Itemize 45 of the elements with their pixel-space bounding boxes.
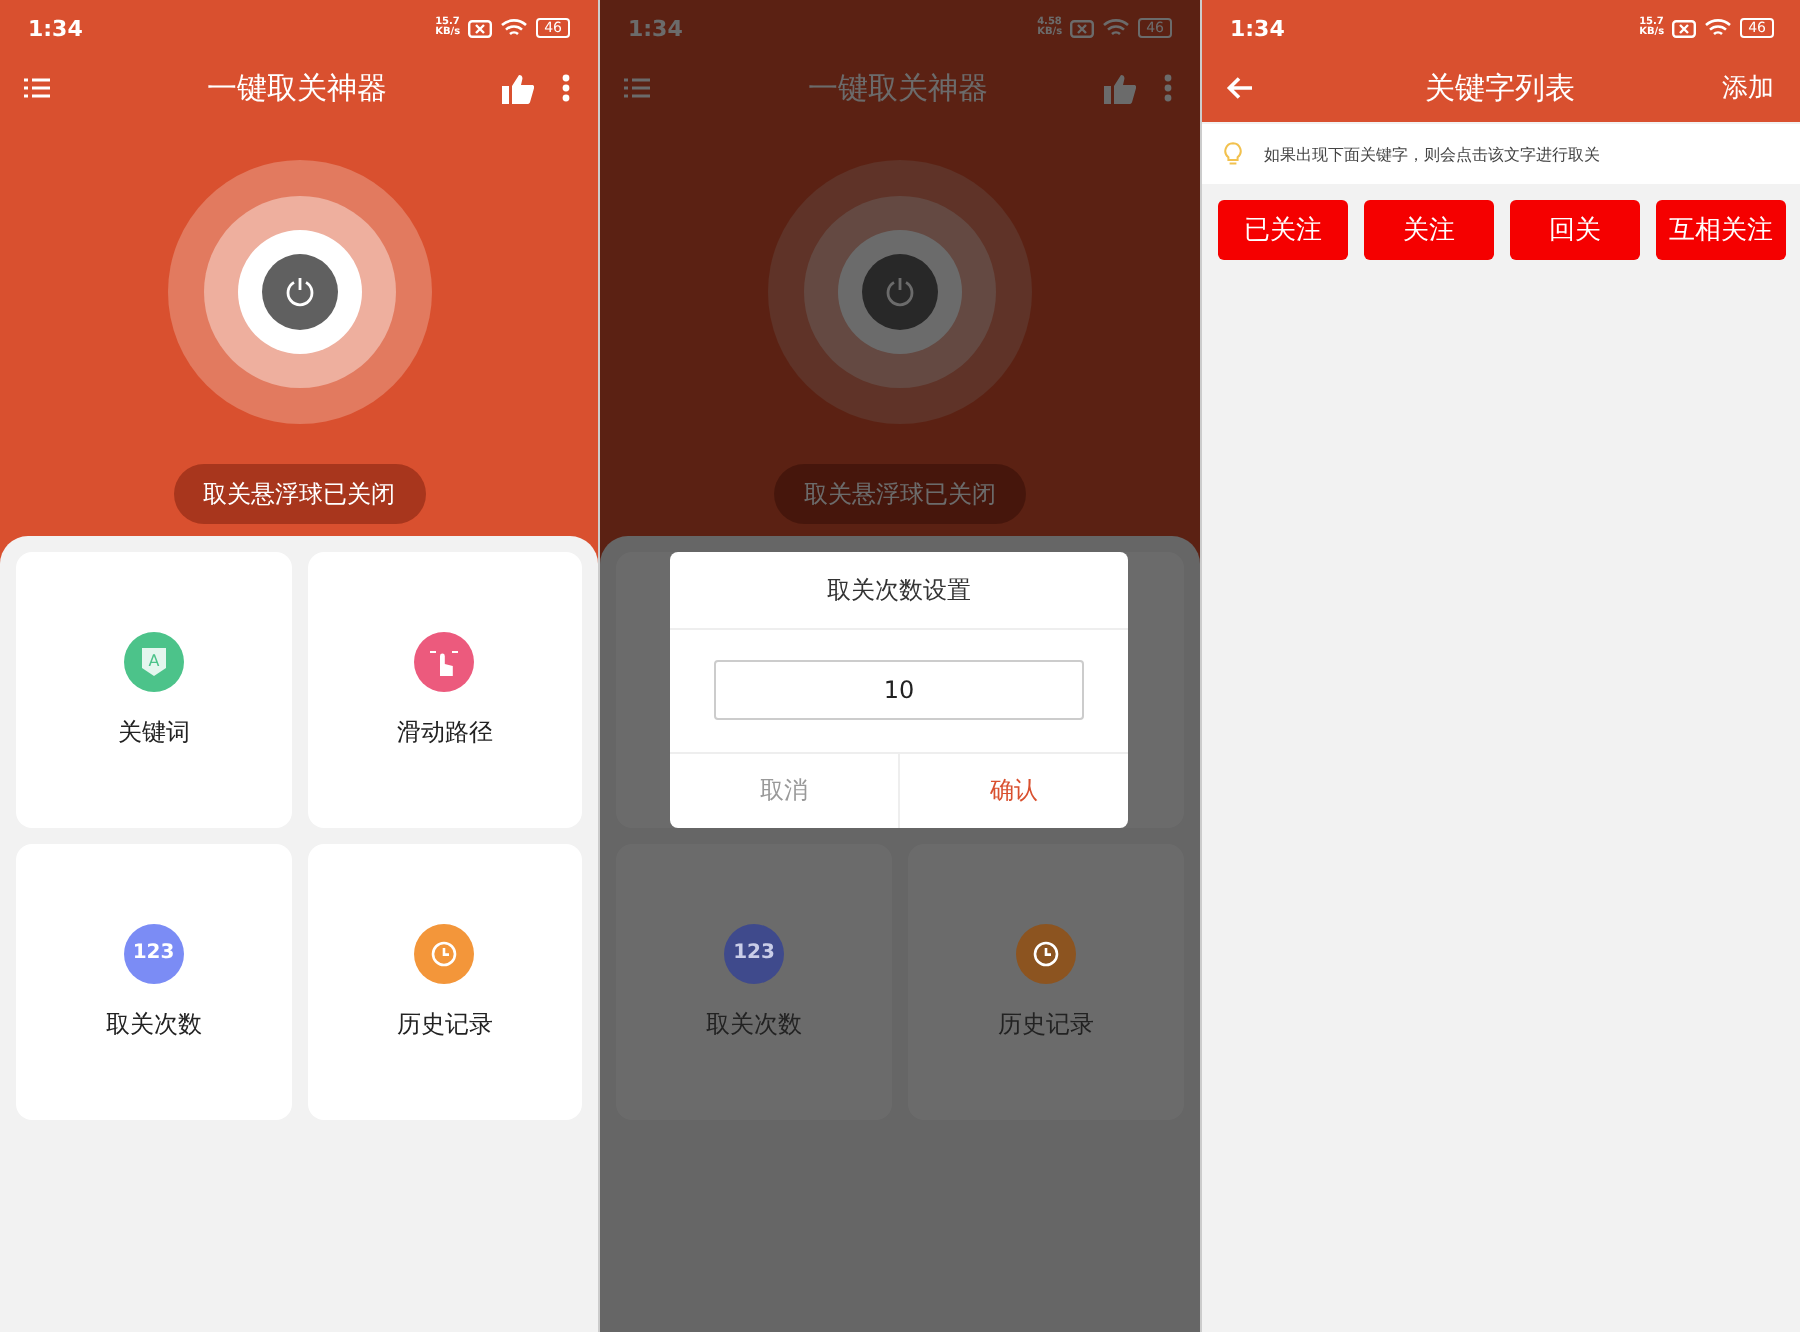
keyword-icon: A bbox=[123, 631, 184, 691]
float-ball-status[interactable]: 取关悬浮球已关闭 bbox=[774, 464, 1026, 524]
status-time: 1:34 bbox=[628, 15, 683, 41]
power-icon bbox=[283, 276, 315, 308]
keyword-chip[interactable]: 已关注 bbox=[1218, 200, 1348, 260]
feature-tile[interactable]: 123 取关次数 bbox=[16, 844, 291, 1120]
feature-tile[interactable]: 历史记录 bbox=[908, 844, 1184, 1120]
sim-icon bbox=[468, 19, 493, 37]
wifi-icon bbox=[500, 18, 529, 38]
feature-tile[interactable]: 123 取关次数 bbox=[616, 844, 892, 1120]
app-title: 一键取关神器 bbox=[806, 69, 990, 107]
status-time: 1:34 bbox=[1230, 15, 1285, 41]
thumbs-up-icon[interactable] bbox=[1104, 73, 1136, 103]
power-button[interactable] bbox=[862, 254, 938, 330]
wifi-icon bbox=[1704, 18, 1733, 38]
back-arrow-icon[interactable] bbox=[1226, 76, 1254, 100]
dialog-title: 取关次数设置 bbox=[670, 552, 1128, 630]
keyword-chip[interactable]: 互相关注 bbox=[1656, 200, 1786, 260]
sim-icon bbox=[1070, 19, 1095, 37]
hint-text: 如果出现下面关键字，则会点击该文字进行取关 bbox=[1264, 143, 1600, 165]
app-title: 一键取关神器 bbox=[205, 69, 389, 107]
float-ball-status[interactable]: 取关悬浮球已关闭 bbox=[173, 464, 425, 524]
more-icon[interactable] bbox=[562, 74, 570, 102]
count-input[interactable]: 10 bbox=[714, 660, 1084, 720]
feature-tile[interactable]: 滑动路径 bbox=[307, 552, 582, 828]
number-icon: 123 bbox=[724, 923, 784, 983]
thumbs-up-icon[interactable] bbox=[502, 73, 534, 103]
menu-icon[interactable] bbox=[624, 78, 650, 98]
confirm-button[interactable]: 确认 bbox=[900, 754, 1128, 828]
power-icon bbox=[884, 276, 916, 308]
cancel-button[interactable]: 取消 bbox=[670, 754, 900, 828]
power-button[interactable] bbox=[261, 254, 337, 330]
feature-tile[interactable]: A 关键词 bbox=[16, 552, 291, 828]
more-icon[interactable] bbox=[1164, 74, 1172, 102]
menu-icon[interactable] bbox=[24, 78, 50, 98]
lightbulb-icon bbox=[1224, 142, 1242, 166]
status-time: 1:34 bbox=[28, 15, 83, 41]
keyword-chip[interactable]: 关注 bbox=[1364, 200, 1494, 260]
feature-tile[interactable]: 历史记录 bbox=[307, 844, 582, 1120]
add-button[interactable]: 添加 bbox=[1722, 70, 1774, 106]
number-icon: 123 bbox=[123, 923, 184, 983]
keyword-chip[interactable]: 回关 bbox=[1510, 200, 1640, 260]
sim-icon bbox=[1672, 19, 1697, 37]
wifi-icon bbox=[1102, 18, 1131, 38]
page-title: 关键字列表 bbox=[1423, 69, 1577, 107]
